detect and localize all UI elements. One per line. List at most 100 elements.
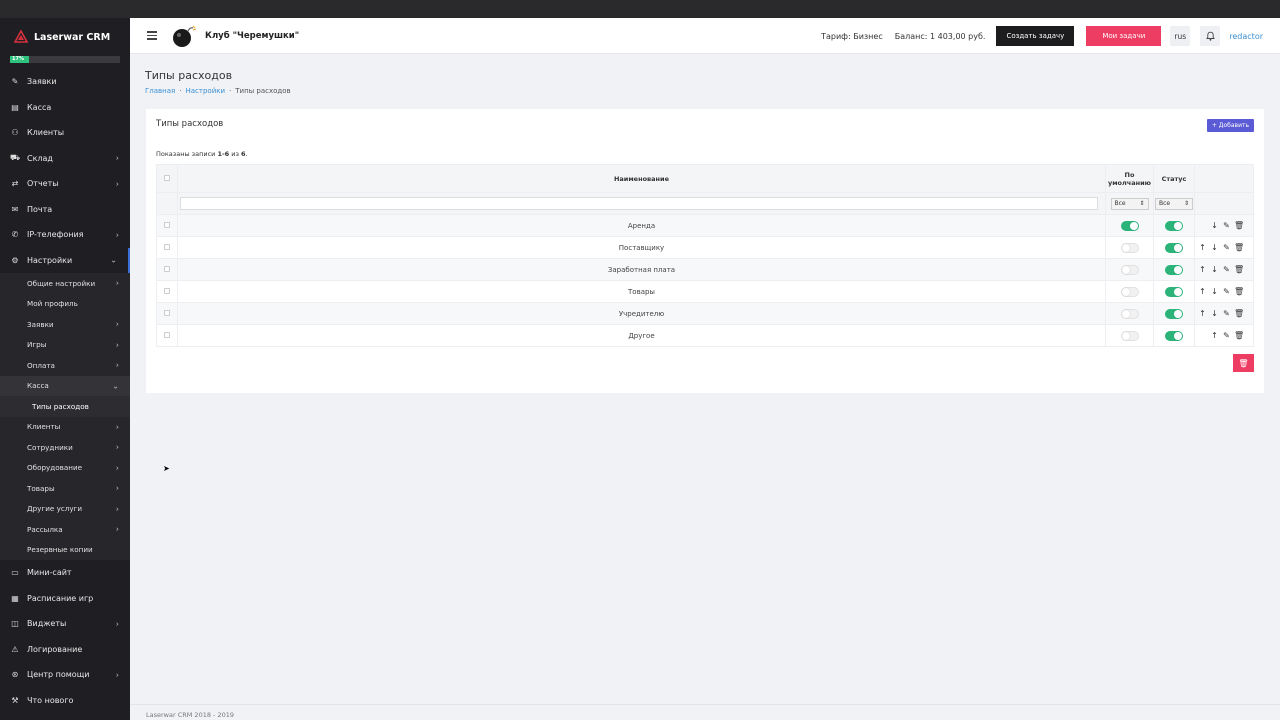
brand[interactable]: Laserwar CRM: [0, 18, 130, 56]
sidebar-item-shuffle[interactable]: ⇄ Отчеты ›: [0, 171, 130, 197]
edit-icon[interactable]: ✎: [1222, 243, 1231, 252]
delete-icon[interactable]: 🗑: [1234, 221, 1244, 230]
delete-icon[interactable]: 🗑: [1234, 243, 1244, 252]
settings-subitem[interactable]: Сотрудники ›: [0, 437, 130, 458]
sidebar-item-settings[interactable]: ⚙ Настройки ⌄: [0, 247, 130, 273]
default-toggle[interactable]: [1120, 286, 1139, 297]
chevron-down-icon: ⌄: [110, 255, 117, 265]
delete-icon[interactable]: 🗑: [1234, 265, 1244, 274]
sidebar-item-warning[interactable]: ⚠ Логирование: [0, 637, 130, 663]
row-name[interactable]: Заработная плата: [177, 258, 1106, 281]
delete-icon[interactable]: 🗑: [1234, 287, 1244, 296]
edit-icon[interactable]: ✎: [1222, 309, 1231, 318]
row-name[interactable]: Поставщику: [177, 236, 1106, 259]
settings-subitem[interactable]: Оборудование ›: [0, 458, 130, 479]
edit-icon[interactable]: ✎: [1222, 287, 1231, 296]
sidebar-item-wallet[interactable]: ▤ Касса: [0, 95, 130, 121]
status-toggle[interactable]: [1165, 220, 1183, 231]
move-up-icon[interactable]: ↑: [1198, 287, 1207, 296]
settings-subitem[interactable]: Клиенты ›: [0, 417, 130, 438]
notifications-bell-icon[interactable]: [1200, 26, 1221, 46]
my-tasks-button[interactable]: Мои задачи: [1086, 26, 1162, 46]
move-down-icon[interactable]: ↓: [1210, 309, 1219, 318]
row-checkbox[interactable]: [164, 287, 170, 294]
row-actions-cell: ↓ ✎ 🗑: [1194, 214, 1254, 237]
default-filter-select[interactable]: Все ⇕: [1110, 197, 1149, 210]
edit-icon[interactable]: ✎: [1222, 265, 1231, 274]
column-name-header[interactable]: Наименование: [177, 164, 1106, 193]
settings-subitem[interactable]: Мой профиль: [0, 294, 130, 315]
add-button[interactable]: + Добавить: [1206, 119, 1254, 132]
move-down-icon[interactable]: ↓: [1210, 265, 1219, 274]
club-name[interactable]: Клуб "Черемушки": [205, 31, 299, 41]
delete-icon[interactable]: 🗑: [1234, 331, 1244, 340]
name-filter-input[interactable]: [180, 197, 1098, 210]
sidebar-item-cart[interactable]: ⛟ Склад ›: [0, 146, 130, 172]
status-toggle[interactable]: [1165, 242, 1183, 253]
row-name[interactable]: Товары: [177, 280, 1106, 303]
default-toggle[interactable]: [1120, 264, 1139, 275]
sidebar-item-widget[interactable]: ◫ Виджеты ›: [0, 611, 130, 637]
settings-subitem[interactable]: Резервные копии: [0, 540, 130, 561]
move-up-icon[interactable]: ↑: [1198, 309, 1207, 318]
default-toggle[interactable]: [1120, 330, 1139, 341]
move-up-icon[interactable]: ↑: [1210, 331, 1219, 340]
menu-toggle-icon[interactable]: [147, 31, 157, 40]
settings-subitem-label: Оборудование: [27, 463, 83, 473]
user-menu[interactable]: redactor: [1229, 32, 1263, 41]
default-toggle[interactable]: [1120, 242, 1139, 253]
row-checkbox[interactable]: [164, 331, 170, 338]
row-name[interactable]: Другое: [177, 324, 1106, 347]
sidebar-item-help[interactable]: ⊛ Центр помощи ›: [0, 662, 130, 688]
move-up-icon[interactable]: ↑: [1198, 265, 1207, 274]
move-up-icon[interactable]: ↑: [1198, 243, 1207, 252]
select-all-checkbox[interactable]: [164, 174, 170, 181]
settings-subitem[interactable]: Касса ⌄: [0, 375, 130, 396]
status-filter-select[interactable]: Все ⇕: [1155, 197, 1193, 210]
filter-row: Все ⇕ Все ⇕: [156, 192, 1254, 215]
settings-subitem[interactable]: Оплата ›: [0, 355, 130, 376]
delete-selected-button[interactable]: 🗑: [1233, 354, 1254, 372]
sidebar-item-phone[interactable]: ✆ IP-телефония ›: [0, 222, 130, 248]
breadcrumb-home[interactable]: Главная: [145, 87, 175, 95]
settings-subitem[interactable]: Товары ›: [0, 478, 130, 499]
create-task-button[interactable]: Создать задачу: [996, 26, 1075, 46]
row-checkbox[interactable]: [164, 243, 170, 250]
breadcrumb-settings[interactable]: Настройки: [185, 87, 225, 95]
row-checkbox[interactable]: [164, 309, 170, 316]
column-status-header[interactable]: Статус: [1153, 164, 1195, 193]
settings-subitem[interactable]: Игры ›: [0, 335, 130, 356]
sidebar-item-label: Заявки: [27, 77, 57, 87]
default-toggle[interactable]: [1120, 308, 1139, 319]
sidebar-item-monitor[interactable]: ▭ Мини-сайт: [0, 560, 130, 586]
edit-icon[interactable]: ✎: [1222, 221, 1231, 230]
sidebar-item-wrench[interactable]: ⚒ Что нового: [0, 688, 130, 714]
move-down-icon[interactable]: ↓: [1210, 287, 1219, 296]
row-actions: ↑ ✎ 🗑: [1195, 331, 1253, 340]
language-switcher[interactable]: rus: [1170, 26, 1191, 46]
row-checkbox[interactable]: [164, 265, 170, 272]
move-down-icon[interactable]: ↓: [1210, 221, 1219, 230]
settings-subitem[interactable]: Общие настройки ›: [0, 273, 130, 294]
move-down-icon[interactable]: ↓: [1210, 243, 1219, 252]
delete-icon[interactable]: 🗑: [1234, 309, 1244, 318]
settings-subitem[interactable]: Рассылка ›: [0, 519, 130, 540]
sidebar-item-users[interactable]: ⚇ Клиенты: [0, 120, 130, 146]
status-toggle[interactable]: [1165, 330, 1183, 341]
edit-icon[interactable]: ✎: [1222, 331, 1231, 340]
column-default-header[interactable]: По умолчанию: [1105, 164, 1154, 193]
chevron-right-icon: ›: [115, 278, 119, 288]
row-name[interactable]: Учредителю: [177, 302, 1106, 325]
settings-subitem[interactable]: Другие услуги ›: [0, 499, 130, 520]
row-name[interactable]: Аренда: [177, 214, 1106, 237]
sidebar-item-mail[interactable]: ✉ Почта: [0, 197, 130, 223]
row-checkbox[interactable]: [164, 221, 170, 228]
sidebar-item-edit[interactable]: ✎ Заявки: [0, 69, 130, 95]
settings-subitem[interactable]: Заявки ›: [0, 314, 130, 335]
status-toggle[interactable]: [1165, 308, 1183, 319]
sidebar-item-calendar[interactable]: ▦ Расписание игр: [0, 586, 130, 612]
status-toggle[interactable]: [1165, 286, 1183, 297]
status-toggle[interactable]: [1165, 264, 1183, 275]
default-toggle[interactable]: [1120, 220, 1139, 231]
kassa-subitem-expense-types[interactable]: Типы расходов: [0, 396, 130, 417]
